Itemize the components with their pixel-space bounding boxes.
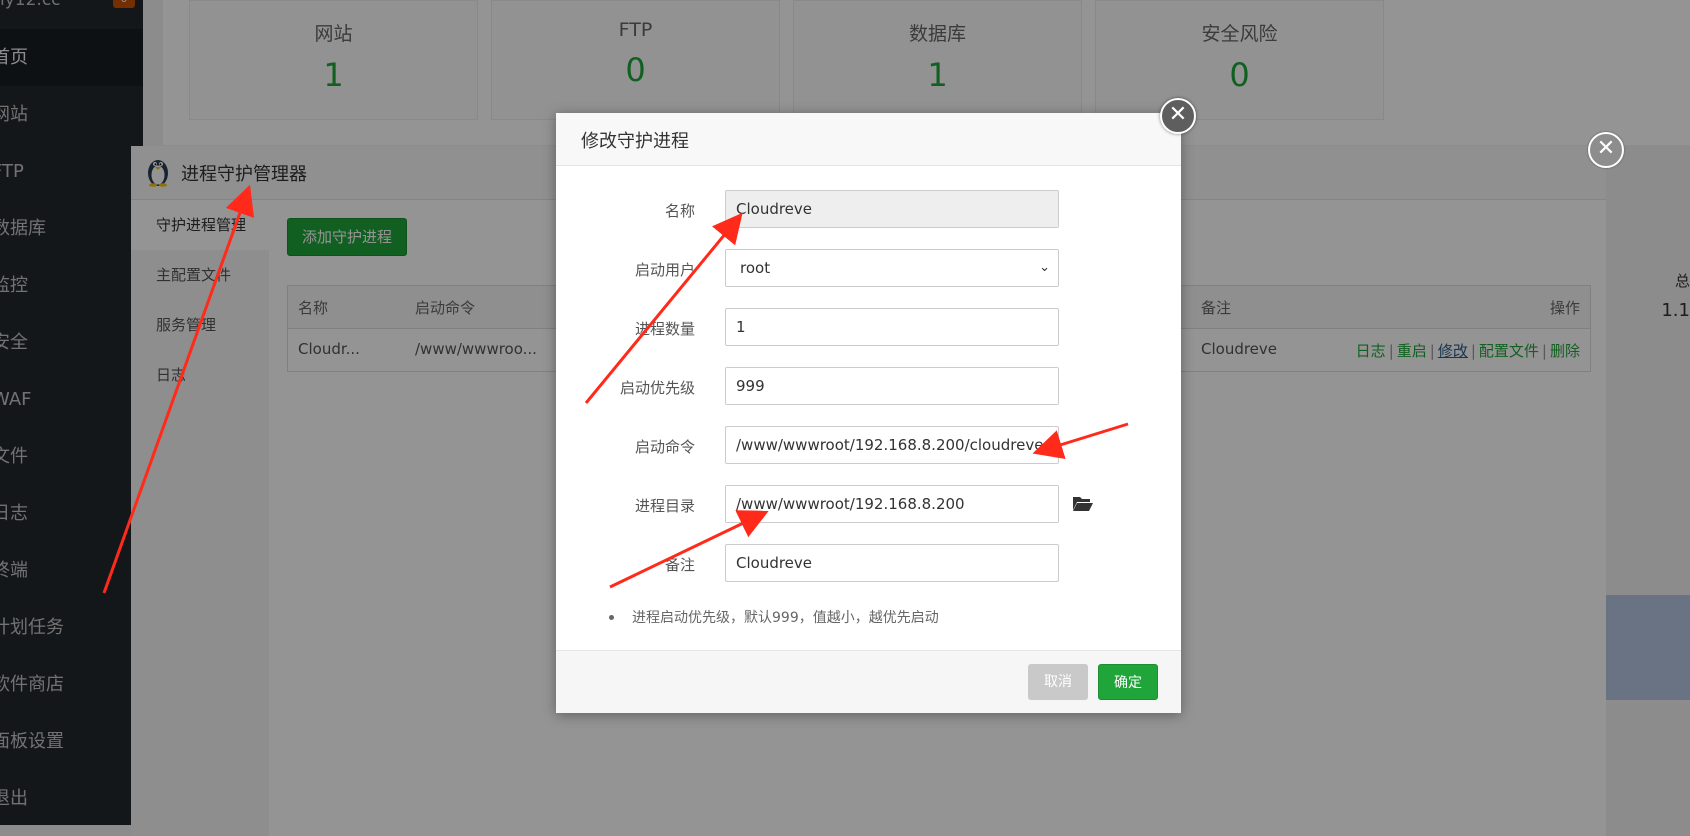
form-row-remark: 备注 Cloudreve xyxy=(556,544,1181,584)
sidebar: ly12.cc 0 首页 网站 FTP 数据库 监控 安全 WAF 文件 日志 … xyxy=(0,0,143,825)
count-label: 进程数量 xyxy=(634,320,695,338)
close-process-manager-button[interactable]: ✕ xyxy=(1588,132,1624,168)
folder-open-icon[interactable] xyxy=(1072,494,1094,512)
form-row-priority: 启动优先级 999 xyxy=(556,367,1181,407)
form-row-command: 启动命令 /www/wwwroot/192.168.8.200/cloudrev… xyxy=(556,426,1181,466)
remark-field[interactable]: Cloudreve xyxy=(725,544,1059,582)
close-modal-button[interactable]: ✕ xyxy=(1160,98,1196,134)
cancel-button[interactable]: 取消 xyxy=(1028,664,1088,700)
form-row-count: 进程数量 1 xyxy=(556,308,1181,348)
sidebar-dim-overlay xyxy=(0,0,143,825)
user-select-value: root xyxy=(740,259,771,277)
priority-hint: 进程启动优先级，默认999，值越小，越优先启动 xyxy=(632,610,939,626)
chevron-down-icon: ⌄ xyxy=(1039,260,1050,275)
modal-footer: 取消 确定 xyxy=(556,650,1181,713)
modal-header: 修改守护进程 xyxy=(556,113,1181,166)
dir-label: 进程目录 xyxy=(634,497,695,515)
priority-field[interactable]: 999 xyxy=(725,367,1059,405)
close-icon: ✕ xyxy=(1596,136,1616,161)
user-label: 启动用户 xyxy=(634,261,695,279)
name-label: 名称 xyxy=(664,202,695,220)
user-select[interactable]: root ⌄ xyxy=(725,249,1059,287)
command-label: 启动命令 xyxy=(634,438,695,456)
confirm-button[interactable]: 确定 xyxy=(1098,664,1158,700)
close-icon: ✕ xyxy=(1168,102,1188,127)
priority-label: 启动优先级 xyxy=(619,379,695,397)
form-row-user: 启动用户 root ⌄ xyxy=(556,249,1181,289)
modal-title: 修改守护进程 xyxy=(581,131,689,152)
process-count-field[interactable]: 1 xyxy=(725,308,1059,346)
form-row-name: 名称 Cloudreve xyxy=(556,190,1181,230)
form-row-dir: 进程目录 /www/wwwroot/192.168.8.200 xyxy=(556,485,1181,525)
name-field: Cloudreve xyxy=(725,190,1059,228)
directory-field[interactable]: /www/wwwroot/192.168.8.200 xyxy=(725,485,1059,523)
bullet xyxy=(609,615,614,620)
edit-daemon-modal: 修改守护进程 名称 Cloudreve 启动用户 root ⌄ 进程数量 1 启… xyxy=(556,113,1181,713)
command-field[interactable]: /www/wwwroot/192.168.8.200/cloudreve xyxy=(725,426,1059,464)
remark-label: 备注 xyxy=(664,556,695,574)
